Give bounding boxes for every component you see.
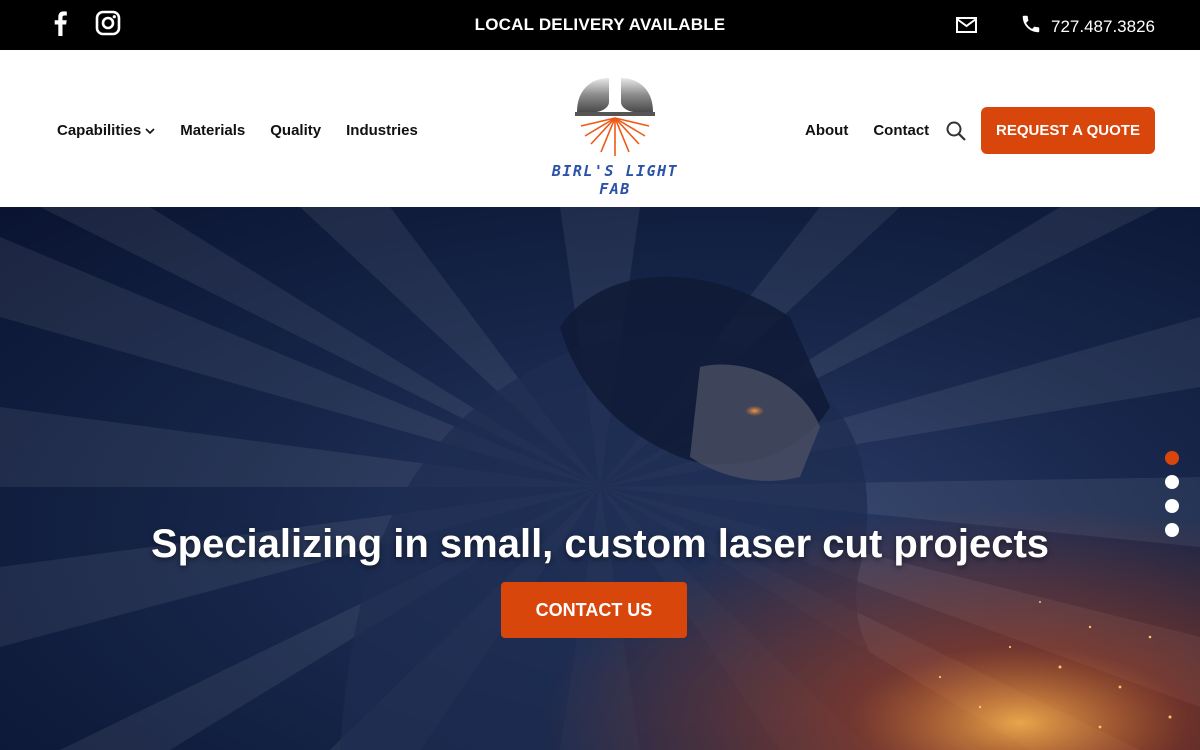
logo-text: BIRL'S LIGHT FAB bbox=[551, 162, 679, 198]
hero-title: Specializing in small, custom laser cut … bbox=[150, 522, 1050, 566]
phone-link[interactable]: 727.487.3826 bbox=[1020, 13, 1155, 40]
chevron-down-icon bbox=[145, 122, 155, 139]
nav-industries[interactable]: Industries bbox=[346, 122, 418, 139]
site-logo[interactable]: BIRL'S LIGHT FAB bbox=[535, 74, 695, 198]
nav-capabilities[interactable]: Capabilities bbox=[57, 122, 155, 139]
secondary-nav: About Contact bbox=[805, 122, 929, 139]
slider-pagination bbox=[1165, 451, 1179, 537]
nav-about[interactable]: About bbox=[805, 122, 848, 139]
phone-number: 727.487.3826 bbox=[1051, 16, 1155, 36]
mail-icon[interactable] bbox=[955, 14, 978, 36]
contact-us-button[interactable]: CONTACT US bbox=[501, 582, 687, 638]
slide-dot-3[interactable] bbox=[1165, 499, 1179, 513]
phone-icon bbox=[1020, 13, 1042, 40]
primary-nav: Capabilities Materials Quality Industrie… bbox=[57, 122, 418, 139]
hero-background-image bbox=[0, 207, 1200, 750]
social-links bbox=[46, 9, 122, 37]
search-icon[interactable] bbox=[945, 120, 967, 142]
nav-materials[interactable]: Materials bbox=[180, 122, 245, 139]
nav-quality[interactable]: Quality bbox=[270, 122, 321, 139]
nav-contact[interactable]: Contact bbox=[873, 122, 929, 139]
site-header: Capabilities Materials Quality Industrie… bbox=[0, 50, 1200, 207]
slide-dot-4[interactable] bbox=[1165, 523, 1179, 537]
slide-dot-1[interactable] bbox=[1165, 451, 1179, 465]
nav-capabilities-label: Capabilities bbox=[57, 122, 142, 139]
slide-dot-2[interactable] bbox=[1165, 475, 1179, 489]
top-bar: LOCAL DELIVERY AVAILABLE 727.487.3826 bbox=[0, 0, 1200, 50]
facebook-icon[interactable] bbox=[46, 9, 74, 37]
hero-slider: Specializing in small, custom laser cut … bbox=[0, 207, 1200, 750]
instagram-icon[interactable] bbox=[94, 9, 122, 37]
request-quote-button[interactable]: REQUEST A QUOTE bbox=[981, 107, 1155, 154]
